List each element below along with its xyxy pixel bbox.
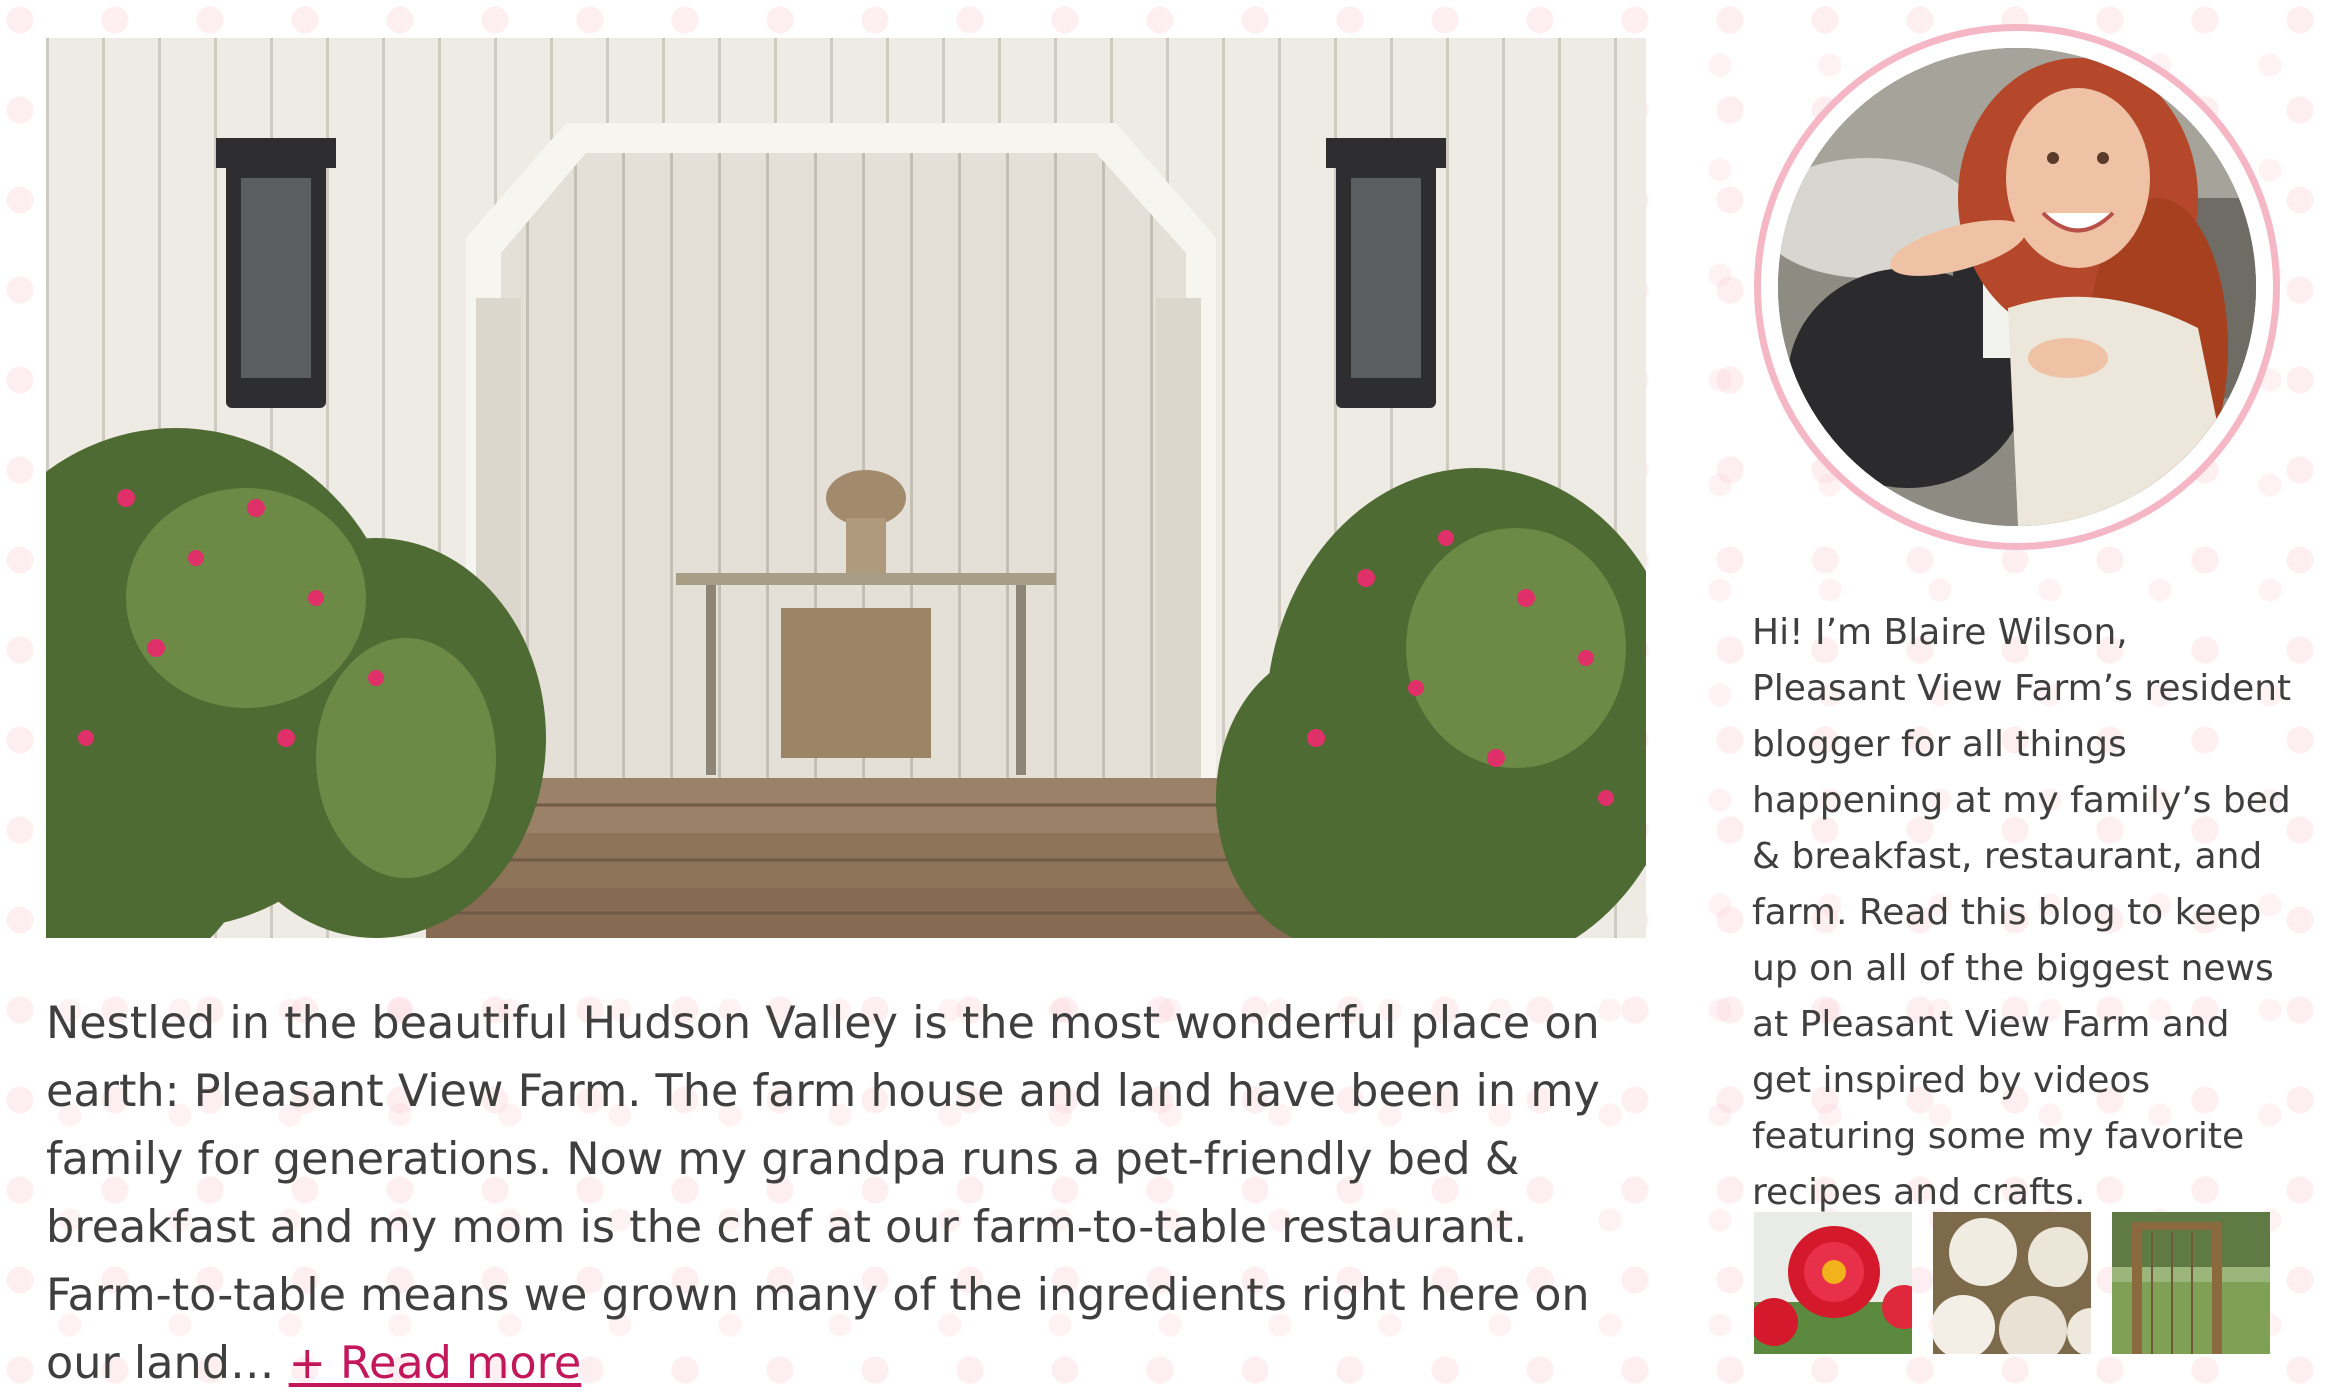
- thumbnail-garden[interactable]: [2112, 1212, 2270, 1354]
- blogger-bio: Hi! I’m Blaire Wilson, Pleasant View Far…: [1752, 612, 2292, 1213]
- intro-paragraph: Nestled in the beautiful Hudson Valley i…: [46, 990, 1666, 1398]
- blogger-with-goat-photo: [1778, 48, 2256, 526]
- garden-gate-image: [2112, 1212, 2270, 1354]
- read-more-link[interactable]: + Read more: [289, 1338, 582, 1389]
- red-zinnias-image: [1754, 1212, 1912, 1354]
- thumbnail-garlic[interactable]: [1933, 1212, 2091, 1354]
- barn-entrance-photo: [46, 38, 1646, 938]
- intro-text: Nestled in the beautiful Hudson Valley i…: [46, 998, 1600, 1389]
- thumbnail-zinnias[interactable]: [1754, 1212, 1912, 1354]
- garlic-bulbs-image: [1933, 1212, 2091, 1354]
- hero-image[interactable]: [46, 38, 1646, 938]
- avatar[interactable]: [1778, 48, 2256, 526]
